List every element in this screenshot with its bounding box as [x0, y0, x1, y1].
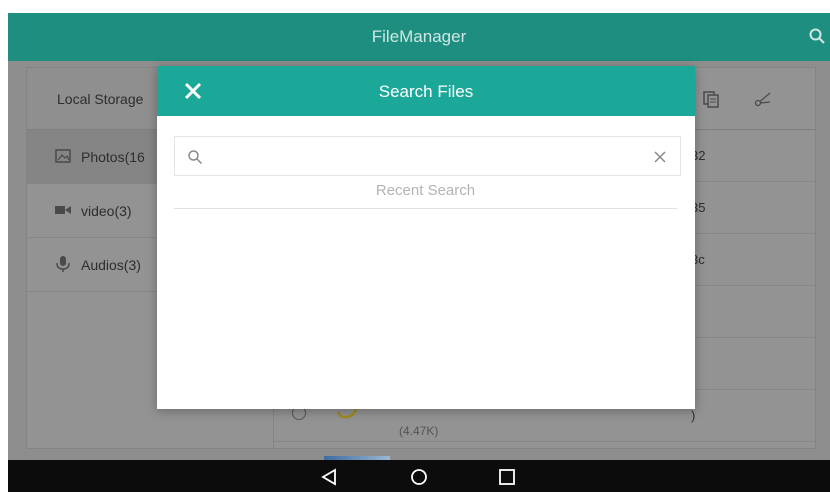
copy-icon[interactable]: [702, 90, 720, 108]
recent-search-label: Recent Search: [375, 182, 476, 199]
dialog-title: Search Files: [378, 82, 474, 101]
sidebar-item-label: Photos(16: [81, 149, 145, 165]
sidebar-item-label: Audios(3): [81, 257, 141, 273]
clear-icon[interactable]: [652, 149, 668, 165]
search-box: [174, 136, 681, 176]
photo-icon: [55, 149, 71, 163]
file-row-text: ): [691, 408, 696, 423]
search-files-dialog: Search Files Recent Search: [157, 66, 695, 409]
home-icon[interactable]: [409, 468, 429, 486]
divider: [174, 208, 677, 209]
app-bar: FileManager: [8, 13, 830, 61]
file-size: (4.47K): [399, 424, 439, 438]
search-icon[interactable]: [808, 27, 826, 45]
device-screen: FileManager Local Storage Photos(16 vide…: [8, 13, 830, 492]
dialog-header: Search Files: [157, 66, 695, 116]
video-icon: [55, 206, 71, 214]
sidebar-item-label: video(3): [81, 203, 132, 219]
search-input[interactable]: [213, 143, 633, 171]
back-icon[interactable]: [319, 468, 339, 486]
app-title: FileManager: [371, 27, 467, 46]
screen: FileManager Local Storage Photos(16 vide…: [0, 0, 830, 492]
recent-apps-icon[interactable]: [497, 468, 517, 486]
cut-icon[interactable]: [754, 90, 772, 108]
storage-header-label: Local Storage: [57, 91, 144, 107]
search-icon: [188, 150, 203, 165]
navigation-bar: [8, 460, 830, 492]
microphone-icon: [56, 256, 70, 272]
